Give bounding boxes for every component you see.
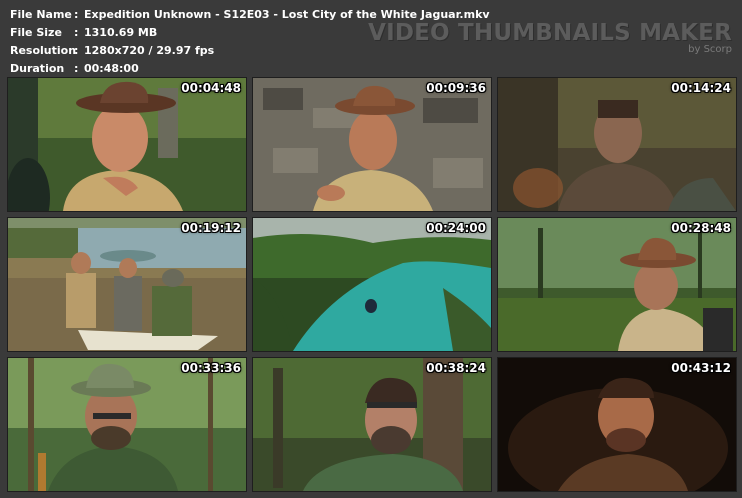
- frame-image: [8, 78, 246, 211]
- thumbnail-1[interactable]: 00:04:48: [7, 77, 247, 212]
- timestamp-label: 00:33:36: [181, 361, 241, 375]
- thumbnail-7[interactable]: 00:33:36: [7, 357, 247, 492]
- thumbnail-6[interactable]: 00:28:48: [497, 217, 737, 352]
- thumbnail-9[interactable]: 00:43:12: [497, 357, 737, 492]
- frame-image: [8, 218, 246, 351]
- timestamp-label: 00:19:12: [181, 221, 241, 235]
- frame-image: [498, 78, 736, 211]
- thumbnail-3[interactable]: 00:14:24: [497, 77, 737, 212]
- thumbnail-2[interactable]: 00:09:36: [252, 77, 492, 212]
- frame-image: [498, 358, 736, 491]
- timestamp-label: 00:28:48: [671, 221, 731, 235]
- timestamp-label: 00:09:36: [426, 81, 486, 95]
- frame-image: [8, 358, 246, 491]
- frame-image: [253, 218, 491, 351]
- timestamp-label: 00:24:00: [426, 221, 486, 235]
- thumbnail-4[interactable]: 00:19:12: [7, 217, 247, 352]
- thumbnail-8[interactable]: 00:38:24: [252, 357, 492, 492]
- thumbnail-grid: 00:04:48 00:09:36 00:14:24 00:19:12 00:2…: [0, 0, 742, 498]
- frame-image: [498, 218, 736, 351]
- frame-image: [253, 78, 491, 211]
- timestamp-label: 00:38:24: [426, 361, 486, 375]
- timestamp-label: 00:43:12: [671, 361, 731, 375]
- frame-image: [253, 358, 491, 491]
- timestamp-label: 00:04:48: [181, 81, 241, 95]
- timestamp-label: 00:14:24: [671, 81, 731, 95]
- thumbnail-5[interactable]: 00:24:00: [252, 217, 492, 352]
